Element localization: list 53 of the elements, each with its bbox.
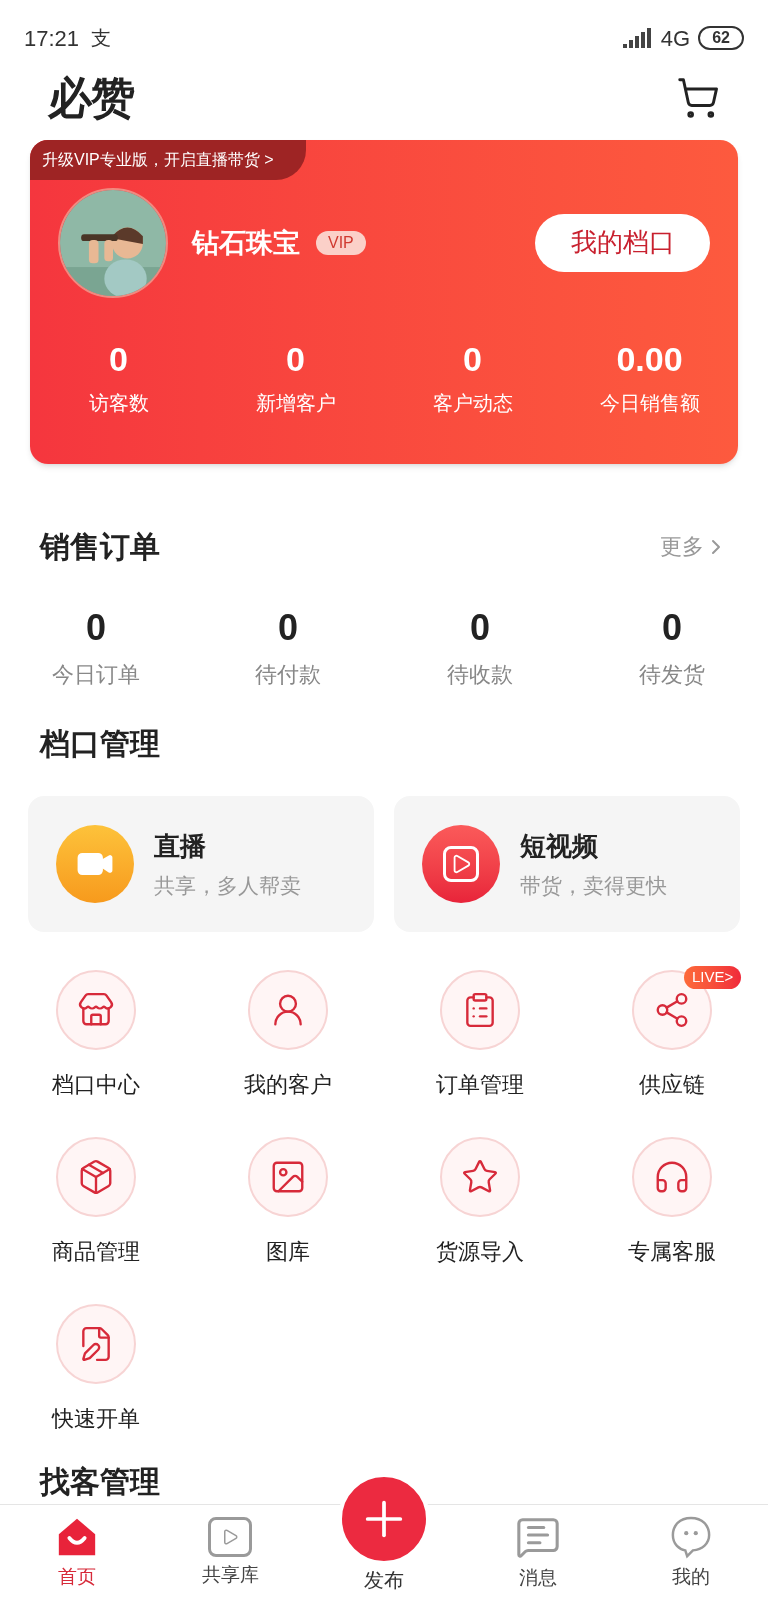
- cart-icon[interactable]: [676, 76, 720, 121]
- section-title: 找客管理: [38, 1464, 161, 1500]
- order-count: 0: [662, 606, 682, 650]
- nav-tab[interactable]: 共享库: [153, 1505, 308, 1600]
- tool-label: 图库: [266, 1238, 310, 1266]
- order-count: 0: [470, 606, 490, 650]
- feature-card[interactable]: 直播 共享，多人帮卖: [28, 796, 374, 932]
- stat-value: 0: [463, 338, 482, 380]
- tool-label: 专属客服: [628, 1238, 716, 1266]
- shop-name: 钻石珠宝: [192, 226, 300, 260]
- feature-card[interactable]: 短视频 带货，卖得更快: [394, 796, 740, 932]
- tool-label: 商品管理: [52, 1238, 140, 1266]
- order-label: 今日订单: [52, 661, 140, 689]
- tool-label: 档口中心: [52, 1071, 140, 1099]
- notification-icon: 支: [91, 23, 112, 54]
- feature-title: 直播: [154, 829, 207, 863]
- vip-promo-banner[interactable]: 升级VIP专业版，开启直播带货 >: [30, 139, 306, 180]
- stat-label: 今日销售额: [599, 391, 700, 417]
- section-title: 档口管理: [38, 726, 161, 762]
- stat-value: 0.00: [616, 338, 683, 380]
- section-title: 销售订单: [40, 529, 160, 565]
- stat-label: 新增客户: [255, 391, 336, 417]
- battery-indicator: 62: [698, 26, 744, 51]
- order-label: 待付款: [255, 661, 321, 689]
- live-badge: LIVE>: [684, 966, 742, 989]
- tool-label: 供应链: [639, 1071, 705, 1099]
- order-label: 待发货: [639, 661, 705, 689]
- status-time: 17:21: [24, 24, 80, 53]
- my-stall-button[interactable]: 我的档口: [535, 213, 710, 272]
- stat-label: 访客数: [88, 391, 149, 417]
- vip-badge: VIP: [316, 230, 366, 255]
- tool-label: 我的客户: [244, 1071, 332, 1099]
- app-logo: 必赞: [48, 76, 134, 121]
- stat-label: 客户动态: [432, 391, 513, 417]
- tool-label: 订单管理: [436, 1071, 524, 1099]
- stat-value: 0: [286, 338, 305, 380]
- tool-label: 货源导入: [436, 1238, 524, 1266]
- order-count: 0: [86, 606, 106, 650]
- nav-tab[interactable]: 首页: [0, 1505, 154, 1600]
- feature-title: 短视频: [520, 829, 599, 863]
- nav-tab[interactable]: 我的: [614, 1505, 768, 1600]
- play-icon: [208, 1516, 253, 1557]
- signal-icon: [622, 28, 653, 49]
- tool-label: 快速开单: [52, 1405, 140, 1433]
- stat-value: 0: [109, 338, 128, 380]
- feature-subtitle: 共享，多人帮卖: [154, 872, 301, 899]
- feature-subtitle: 带货，卖得更快: [520, 872, 667, 899]
- order-count: 0: [278, 606, 298, 650]
- star-icon: [461, 1158, 499, 1196]
- network-type: 4G: [660, 24, 691, 53]
- order-label: 待收款: [447, 661, 513, 689]
- publish-tab[interactable]: 发布: [307, 1473, 461, 1600]
- nav-tab[interactable]: 消息: [460, 1505, 615, 1600]
